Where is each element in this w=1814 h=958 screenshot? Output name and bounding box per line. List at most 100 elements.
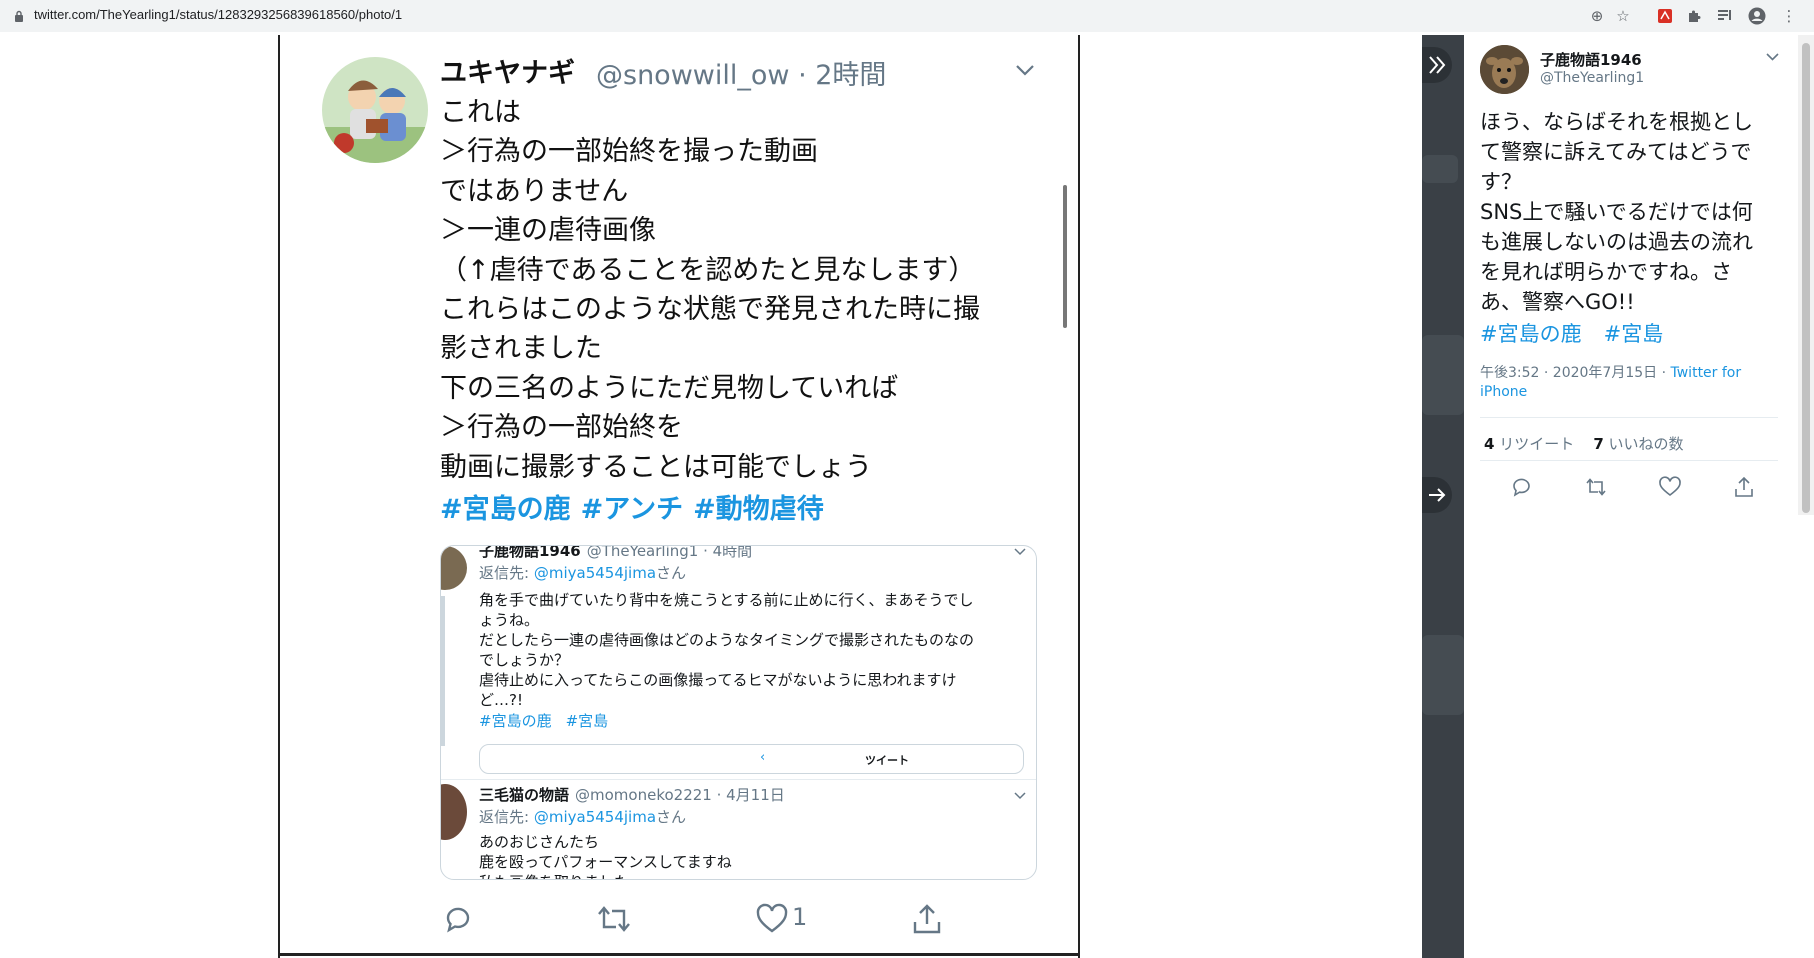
tweet-line: ＞一連の虐待画像 bbox=[440, 215, 656, 247]
account-icon[interactable] bbox=[1748, 7, 1766, 25]
reply-to: 返信先: @miya5454jimaさん bbox=[479, 562, 686, 583]
ghost-block bbox=[1422, 155, 1458, 183]
avatar bbox=[441, 546, 467, 590]
quoted-name: 子鹿物語1946 bbox=[479, 545, 581, 560]
tweet-line: （↑虐待であることを認めたと見なします） bbox=[440, 254, 976, 286]
quoted-handle: @TheYearling1 · 4時間 bbox=[586, 545, 753, 560]
back-arrow-icon: ‹ bbox=[760, 750, 766, 765]
quoted-author: 子鹿物語1946 @TheYearling1 · 4時間 bbox=[479, 545, 753, 561]
tweet-line: す？ bbox=[1480, 170, 1522, 194]
author-name[interactable]: 子鹿物語1946 bbox=[1540, 49, 1642, 70]
divider bbox=[280, 953, 1078, 956]
tweet-line: ＞行為の一部始終を撮った動画 bbox=[440, 136, 818, 168]
reply-to: 返信先: @miya5454jimaさん bbox=[479, 806, 686, 827]
tweet-line: ではありません bbox=[440, 175, 629, 207]
share-icon[interactable] bbox=[1732, 475, 1756, 499]
star-icon[interactable]: ☆ bbox=[1614, 7, 1632, 25]
hashtag: #宮島 bbox=[565, 712, 609, 730]
tweet-line: 影されました bbox=[440, 333, 602, 365]
tweet-line: あ、警察へGO!! bbox=[1480, 290, 1635, 314]
share-icon bbox=[913, 904, 941, 934]
chevron-down-icon bbox=[1014, 548, 1026, 556]
address-bar[interactable]: twitter.com/TheYearling1/status/12832932… bbox=[34, 7, 402, 22]
retweet-icon[interactable] bbox=[1584, 475, 1608, 499]
reply-prefix: 返信先: bbox=[479, 564, 530, 582]
scrollbar-thumb bbox=[1063, 185, 1067, 328]
quoted-line: でしょうか？ bbox=[479, 651, 570, 669]
scrollbar-thumb[interactable] bbox=[1802, 43, 1810, 513]
puzzle-icon[interactable] bbox=[1685, 7, 1703, 25]
double-chevron-right-icon bbox=[1429, 56, 1446, 74]
quoted-line: 虐待止めに入ってたらこの画像撮ってるヒマがないように思われますけ bbox=[479, 671, 957, 689]
hashtag-link[interactable]: #宮島 bbox=[1604, 322, 1664, 346]
tweet-line: て警察に訴えてみてはどうで bbox=[1480, 140, 1752, 164]
tweet-line: も進展しないのは過去の流れ bbox=[1480, 230, 1753, 254]
timestamp[interactable]: 午後3:52 · 2020年7月15日 · bbox=[1480, 365, 1671, 381]
like-count[interactable]: 7 bbox=[1593, 435, 1603, 453]
quoted-text: 角を手で曲げていたり背中を焼こうとする前に止めに行く、まあそうでし ょうね。 だ… bbox=[479, 590, 1009, 710]
tweet-time: · 2時間 bbox=[798, 60, 887, 91]
retweet-label[interactable]: リツイート bbox=[1499, 435, 1574, 453]
reply-suffix: さん bbox=[656, 808, 687, 826]
tweet-text: これは ＞行為の一部始終を撮った動画 ではありません ＞一連の虐待画像 （↑虐待… bbox=[440, 93, 1060, 487]
like-count: 1 bbox=[792, 903, 808, 931]
tweet-photo: ユキヤナギ @snowwill_ow · 2時間 これは ＞行為の一部始終を撮っ… bbox=[278, 35, 1080, 958]
tweet-author-name: ユキヤナギ bbox=[440, 58, 575, 89]
add-circle-icon[interactable]: ⊕ bbox=[1588, 7, 1606, 25]
tweet-line: 動画に撮影することは可能でしょう bbox=[440, 451, 872, 483]
hashtag: #宮島の鹿 bbox=[479, 712, 552, 730]
tweet-detail-panel: 子鹿物語1946 @TheYearling1 ほう、ならばそれを根拠とし て警察… bbox=[1464, 35, 1794, 958]
reply-mention: @miya5454jima bbox=[533, 808, 657, 826]
reply-suffix: さん bbox=[656, 564, 687, 582]
reply-icon bbox=[446, 907, 470, 933]
quoted-screenshot: 子鹿物語1946 @TheYearling1 · 4時間 返信先: @miya54… bbox=[440, 545, 1037, 880]
tweet-hashtags: #宮島の鹿 #宮島 bbox=[1480, 318, 1685, 348]
tweet-line: これは bbox=[440, 97, 521, 128]
tweet-line: SNS上で騒いでるだけでは何 bbox=[1480, 200, 1753, 224]
author-handle[interactable]: @TheYearling1 bbox=[1540, 70, 1644, 86]
menu-dots-icon[interactable]: ⋮ bbox=[1780, 7, 1798, 25]
divider bbox=[1480, 460, 1778, 461]
reply-icon[interactable] bbox=[1510, 475, 1534, 499]
embedded-card: ‹ ツイート bbox=[479, 744, 1024, 774]
quoted-line: だとしたら一連の虐待画像はどのようなタイミングで撮影されたものなの bbox=[479, 631, 975, 649]
reply-mention: @miya5454jima bbox=[533, 564, 657, 582]
like-label[interactable]: いいねの数 bbox=[1609, 435, 1684, 453]
reply-prefix: 返信先: bbox=[479, 808, 530, 826]
chevron-down-icon bbox=[1014, 792, 1026, 800]
lock-icon bbox=[15, 10, 23, 22]
quoted-text: あのおじさんたち 鹿を殴ってパフォーマンスしてますね 私も画像を取りました bbox=[479, 832, 1009, 879]
tweet-line: これらはこのような状態で発見された時に撮 bbox=[440, 294, 980, 326]
avatar bbox=[322, 57, 428, 163]
tweet-line: を見れば明らかですね。さ bbox=[1480, 260, 1732, 284]
chevron-down-icon[interactable] bbox=[1766, 53, 1779, 61]
hashtag-link[interactable]: #宮島の鹿 bbox=[1480, 322, 1582, 346]
tweet-author-handle: @snowwill_ow · 2時間 bbox=[596, 53, 886, 92]
tweet-hashtags: #宮島の鹿 #アンチ #動物虐待 bbox=[440, 487, 834, 526]
chevron-down-icon bbox=[1016, 65, 1034, 76]
playlist-icon[interactable] bbox=[1716, 7, 1734, 25]
quoted-line: 角を手で曲げていたり背中を焼こうとする前に止めに行く、まあそうでし bbox=[479, 591, 974, 609]
quoted-line: 私も画像を取りました bbox=[479, 872, 1009, 879]
hashtag: #動物虐待 bbox=[693, 494, 824, 525]
pdf-icon[interactable] bbox=[1656, 7, 1674, 25]
quoted-line: ょうね。 bbox=[479, 611, 540, 629]
tweet-text: ほう、ならばそれを根拠とし て警察に訴えてみてはどうで す？ SNS上で騒いでる… bbox=[1480, 107, 1780, 317]
divider bbox=[441, 779, 1036, 780]
scrollbar[interactable] bbox=[1798, 35, 1814, 515]
avatar[interactable] bbox=[1480, 45, 1529, 94]
quoted-name: 三毛猫の物語 bbox=[479, 786, 570, 804]
quoted-handle: @momoneko2221 · 4月11日 bbox=[575, 786, 785, 804]
ghost-block bbox=[1422, 335, 1464, 415]
tweet-stats: 4 リツイート 7 いいねの数 bbox=[1484, 433, 1684, 454]
hashtag: #アンチ bbox=[580, 494, 684, 525]
hashtag: #宮島の鹿 bbox=[440, 494, 571, 525]
tweet-line: ほう、ならばそれを根拠とし bbox=[1480, 110, 1753, 134]
heart-icon[interactable] bbox=[1658, 475, 1682, 499]
card-title: ツイート bbox=[865, 754, 909, 767]
arrow-right-icon bbox=[1429, 488, 1446, 502]
retweet-count[interactable]: 4 bbox=[1484, 435, 1494, 453]
tweet-line: ＞行為の一部始終を bbox=[440, 412, 683, 444]
thread-line bbox=[441, 596, 445, 746]
ghost-block bbox=[1422, 635, 1464, 715]
